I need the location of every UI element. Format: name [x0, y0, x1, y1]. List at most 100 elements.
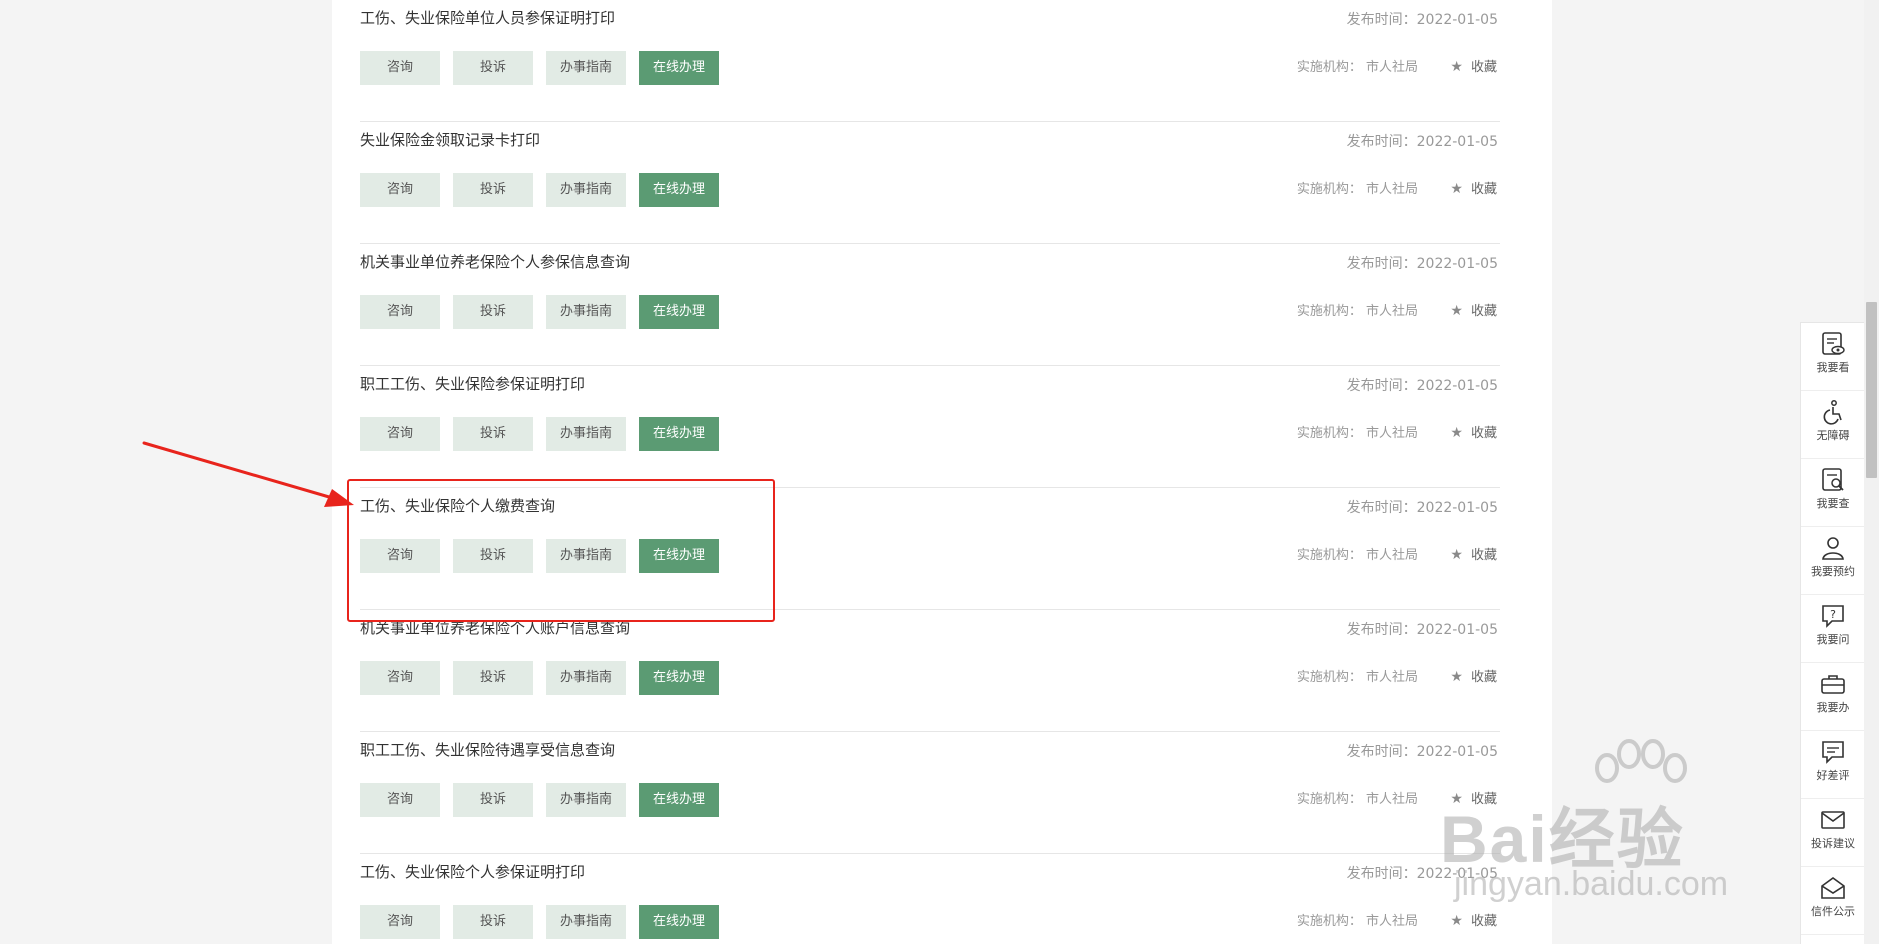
star-icon: ★ — [1450, 547, 1463, 563]
wheelchair-icon — [1823, 400, 1842, 425]
complaint-button[interactable]: 投诉 — [453, 661, 533, 695]
consult-button[interactable]: 咨询 — [360, 295, 440, 329]
side-label: 我要查 — [1816, 497, 1850, 510]
item-actions: 咨询 投诉 办事指南 在线办理 — [360, 905, 719, 939]
item-title[interactable]: 机关事业单位养老保险个人参保信息查询 — [360, 251, 630, 272]
online-process-button[interactable]: 在线办理 — [639, 661, 719, 695]
online-process-button[interactable]: 在线办理 — [639, 783, 719, 817]
side-item-look[interactable]: 我要看 — [1801, 331, 1865, 391]
annotation-highlight-box — [347, 479, 775, 622]
side-collapse-button[interactable]: 收起∨ — [1801, 935, 1865, 944]
online-process-button[interactable]: 在线办理 — [639, 417, 719, 451]
item-date: 发布时间：2022-01-05 — [1346, 256, 1498, 272]
open-mail-icon — [1821, 877, 1845, 899]
item-date: 发布时间：2022-01-05 — [1346, 378, 1498, 394]
service-list: 工伤、失业保险单位人员参保证明打印 发布时间：2022-01-05 咨询 投诉 … — [332, 0, 1552, 944]
item-org: 实施机构： 市人社局 — [1296, 914, 1418, 929]
favorite-button[interactable]: ★ 收藏 — [1450, 666, 1497, 685]
favorite-label: 收藏 — [1470, 792, 1497, 807]
briefcase-icon — [1821, 675, 1845, 694]
guide-button[interactable]: 办事指南 — [546, 661, 626, 695]
item-title[interactable]: 失业保险金领取记录卡打印 — [360, 129, 540, 150]
side-label: 我要看 — [1816, 361, 1850, 374]
item-title[interactable]: 工伤、失业保险个人参保证明打印 — [360, 861, 585, 882]
complaint-button[interactable]: 投诉 — [453, 51, 533, 85]
guide-button[interactable]: 办事指南 — [546, 295, 626, 329]
consult-button[interactable]: 咨询 — [360, 661, 440, 695]
question-chat-icon: ? — [1822, 605, 1844, 628]
star-icon: ★ — [1450, 181, 1463, 197]
complaint-button[interactable]: 投诉 — [453, 905, 533, 939]
list-item: 工伤、失业保险单位人员参保证明打印 发布时间：2022-01-05 咨询 投诉 … — [360, 0, 1500, 122]
favorite-button[interactable]: ★ 收藏 — [1450, 56, 1497, 75]
favorite-button[interactable]: ★ 收藏 — [1450, 178, 1497, 197]
side-label: 无障碍 — [1816, 429, 1850, 442]
star-icon: ★ — [1450, 425, 1463, 441]
side-item-rating[interactable]: 好差评 — [1801, 739, 1865, 799]
item-title[interactable]: 职工工伤、失业保险参保证明打印 — [360, 373, 585, 394]
favorite-button[interactable]: ★ 收藏 — [1450, 910, 1497, 929]
side-item-accessibility[interactable]: 无障碍 — [1801, 399, 1865, 459]
consult-button[interactable]: 咨询 — [360, 51, 440, 85]
favorite-label: 收藏 — [1470, 670, 1497, 685]
item-date: 发布时间：2022-01-05 — [1346, 866, 1498, 882]
scrollbar-thumb[interactable] — [1866, 302, 1877, 478]
consult-button[interactable]: 咨询 — [360, 417, 440, 451]
guide-button[interactable]: 办事指南 — [546, 417, 626, 451]
page-scrollbar[interactable] — [1864, 0, 1879, 944]
guide-button[interactable]: 办事指南 — [546, 783, 626, 817]
favorite-button[interactable]: ★ 收藏 — [1450, 544, 1497, 563]
consult-button[interactable]: 咨询 — [360, 905, 440, 939]
star-icon: ★ — [1450, 303, 1463, 319]
star-icon: ★ — [1450, 59, 1463, 75]
side-item-appointment[interactable]: 我要预约 — [1801, 535, 1865, 595]
annotation-arrow-icon — [142, 441, 354, 507]
guide-button[interactable]: 办事指南 — [546, 905, 626, 939]
favorite-label: 收藏 — [1470, 914, 1497, 929]
item-title[interactable]: 工伤、失业保险单位人员参保证明打印 — [360, 7, 615, 28]
favorite-button[interactable]: ★ 收藏 — [1450, 788, 1497, 807]
item-actions: 咨询 投诉 办事指南 在线办理 — [360, 295, 719, 329]
complaint-button[interactable]: 投诉 — [453, 783, 533, 817]
side-item-complaint[interactable]: 投诉建议 — [1801, 807, 1865, 867]
guide-button[interactable]: 办事指南 — [546, 51, 626, 85]
item-actions: 咨询 投诉 办事指南 在线办理 — [360, 51, 719, 85]
eye-document-icon — [1822, 332, 1845, 355]
consult-button[interactable]: 咨询 — [360, 173, 440, 207]
complaint-button[interactable]: 投诉 — [453, 173, 533, 207]
side-item-ask[interactable]: ? 我要问 — [1801, 603, 1865, 663]
item-org: 实施机构： 市人社局 — [1296, 670, 1418, 685]
favorite-button[interactable]: ★ 收藏 — [1450, 300, 1497, 319]
search-document-icon — [1822, 468, 1844, 491]
side-item-letters[interactable]: 信件公示 — [1801, 875, 1865, 935]
item-date: 发布时间：2022-01-05 — [1346, 134, 1498, 150]
side-label: 好差评 — [1816, 769, 1850, 782]
guide-button[interactable]: 办事指南 — [546, 173, 626, 207]
favorite-label: 收藏 — [1470, 548, 1497, 563]
comment-icon — [1822, 741, 1844, 764]
item-org: 实施机构： 市人社局 — [1296, 182, 1418, 197]
star-icon: ★ — [1450, 913, 1463, 929]
side-item-handle[interactable]: 我要办 — [1801, 671, 1865, 731]
favorite-button[interactable]: ★ 收藏 — [1450, 422, 1497, 441]
side-label: 我要问 — [1816, 633, 1850, 646]
item-actions: 咨询 投诉 办事指南 在线办理 — [360, 173, 719, 207]
online-process-button[interactable]: 在线办理 — [639, 295, 719, 329]
consult-button[interactable]: 咨询 — [360, 783, 440, 817]
item-title[interactable]: 职工工伤、失业保险待遇享受信息查询 — [360, 739, 615, 760]
person-icon — [1822, 537, 1844, 560]
mail-icon — [1821, 811, 1845, 829]
favorite-label: 收藏 — [1470, 426, 1497, 441]
list-item: 职工工伤、失业保险待遇享受信息查询 发布时间：2022-01-05 咨询 投诉 … — [360, 731, 1500, 854]
side-label: 投诉建议 — [1811, 837, 1855, 850]
complaint-button[interactable]: 投诉 — [453, 295, 533, 329]
item-date: 发布时间：2022-01-05 — [1346, 12, 1498, 28]
online-process-button[interactable]: 在线办理 — [639, 905, 719, 939]
side-item-search[interactable]: 我要查 — [1801, 467, 1865, 527]
star-icon: ★ — [1450, 791, 1463, 807]
list-item: 失业保险金领取记录卡打印 发布时间：2022-01-05 咨询 投诉 办事指南 … — [360, 121, 1500, 244]
complaint-button[interactable]: 投诉 — [453, 417, 533, 451]
online-process-button[interactable]: 在线办理 — [639, 51, 719, 85]
online-process-button[interactable]: 在线办理 — [639, 173, 719, 207]
star-icon: ★ — [1450, 669, 1463, 685]
